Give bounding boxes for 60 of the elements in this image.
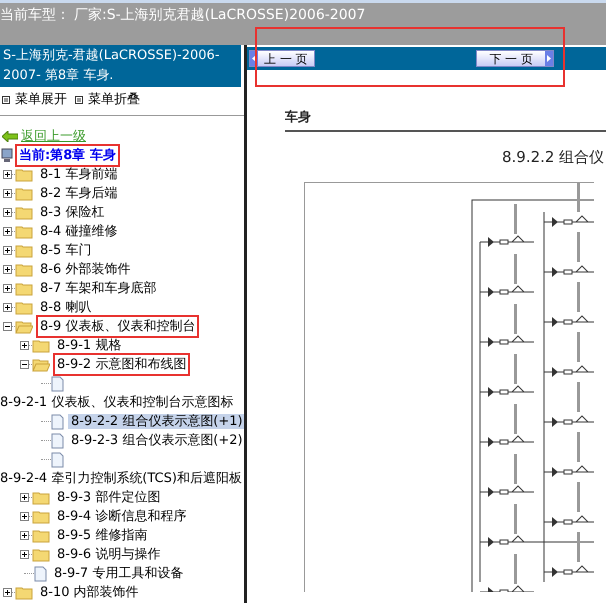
list-icon: [75, 96, 83, 104]
expand-icon[interactable]: [3, 265, 12, 274]
tree-item[interactable]: 8-9-2-1 仪表板、仪表和控制台示意图标: [0, 392, 236, 412]
tree-item[interactable]: 8-9-2 示意图和布线图: [53, 352, 190, 376]
section-heading: 车身: [285, 110, 311, 125]
vehicle-label: 当前车型：: [0, 6, 70, 24]
expand-icon[interactable]: [20, 341, 29, 350]
expand-icon[interactable]: [3, 588, 12, 597]
page-icon: [51, 452, 64, 468]
folder-icon: [15, 300, 33, 314]
tree-item[interactable]: 8-10 内部装饰件: [36, 580, 143, 603]
folder-icon: [15, 224, 33, 238]
expand-icon[interactable]: [3, 303, 12, 312]
next-page-button[interactable]: 下 一 页: [476, 50, 554, 67]
expand-icon[interactable]: [3, 170, 12, 179]
folder-icon: [32, 510, 50, 524]
folder-icon: [32, 528, 50, 542]
vehicle-name: 厂家:S-上海别克君越(LaCROSSE)2006-2007: [74, 6, 366, 24]
folder-icon: [15, 244, 33, 258]
back-link[interactable]: 返回上一级: [21, 126, 86, 146]
page-icon: [51, 432, 64, 448]
collapse-icon[interactable]: [3, 322, 12, 331]
back-arrow-icon: [2, 131, 18, 142]
expand-icon[interactable]: [3, 284, 12, 293]
tree-item[interactable]: 8-9-7 专用工具和设备: [51, 566, 186, 581]
collapse-icon[interactable]: [20, 360, 29, 369]
expand-icon[interactable]: [3, 227, 12, 236]
sidebar-title: S-上海别克-君越(LaCROSSE)-2006-2007- 第8章 车身.: [0, 45, 241, 87]
list-icon: [2, 96, 10, 104]
menu-action-link[interactable]: 菜单展开: [2, 90, 67, 110]
figure-title: 8.9.2.2 组合仪: [502, 146, 606, 168]
folder-icon: [32, 548, 50, 562]
page-icon: [51, 376, 64, 392]
folder-icon: [32, 358, 50, 372]
folder-icon: [32, 490, 50, 504]
expand-icon[interactable]: [20, 512, 29, 521]
expand-icon[interactable]: [20, 493, 29, 502]
menu-action-link[interactable]: 菜单折叠: [75, 90, 140, 110]
folder-icon: [15, 186, 33, 200]
computer-icon: [1, 148, 13, 163]
page-icon: [51, 414, 64, 430]
tree-item[interactable]: 8-9-2-2 组合仪表示意图(+1): [68, 414, 244, 429]
tree-item[interactable]: 8-9-2-4 牵引力控制系统(TCS)和后遮阳板: [0, 468, 244, 488]
expand-icon[interactable]: [3, 246, 12, 255]
folder-icon: [15, 168, 33, 182]
folder-icon: [15, 282, 33, 296]
folder-icon: [15, 586, 33, 600]
previous-page-button[interactable]: 上 一 页: [249, 50, 315, 67]
expand-icon[interactable]: [20, 531, 29, 540]
expand-icon[interactable]: [20, 550, 29, 559]
expand-icon[interactable]: [3, 208, 12, 217]
expand-icon[interactable]: [3, 189, 12, 198]
folder-icon: [15, 206, 33, 220]
page-icon: [34, 566, 47, 582]
folder-icon: [15, 262, 33, 276]
tree-item[interactable]: 8-9-2-3 组合仪表示意图(+2): [68, 432, 244, 448]
folder-icon: [32, 338, 50, 352]
folder-icon: [15, 320, 33, 334]
tree-item[interactable]: 8-9 仪表板、仪表和控制台: [36, 314, 200, 338]
current-chapter: 当前:第8章 车身: [15, 144, 120, 168]
